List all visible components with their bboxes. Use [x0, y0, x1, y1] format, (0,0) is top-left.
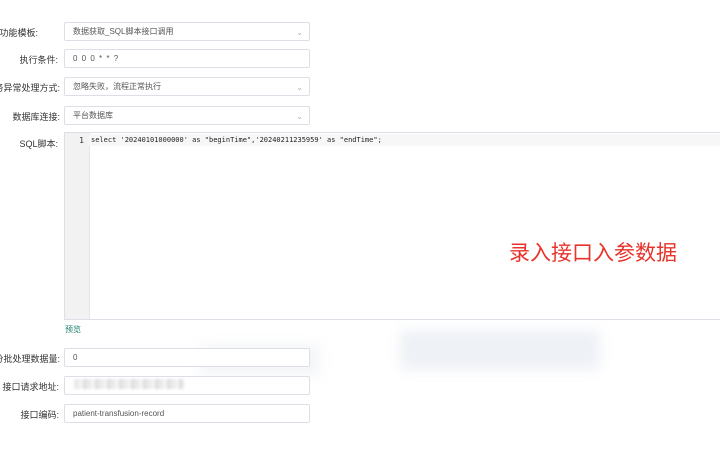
sql-script-label: SQL脚本: [19, 139, 58, 149]
sql-code-line[interactable]: select '20240101000000' as "beginTime",'… [91, 136, 382, 144]
chevron-down-icon: ⌄ [296, 83, 303, 92]
chevron-down-icon: ⌄ [296, 28, 303, 37]
condition-input[interactable]: 0 0 0 * * ? [64, 49, 310, 68]
db-connection-value: 平台数据库 [73, 111, 113, 120]
chevron-down-icon: ⌄ [296, 112, 303, 121]
request-url-label: 接口请求地址: [2, 382, 59, 392]
error-handling-label: 务异常处理方式: [0, 83, 60, 93]
preview-link[interactable]: 预览 [65, 324, 81, 335]
db-connection-label: 数据库连接: [12, 112, 60, 122]
condition-value: 0 0 0 * * ? [73, 54, 120, 63]
batch-size-input[interactable]: 0 [64, 348, 310, 367]
db-connection-select[interactable]: 平台数据库 ⌄ [64, 106, 310, 125]
template-label: 择功能模板: [0, 28, 38, 38]
editor-gutter: 1 [65, 133, 90, 319]
batch-size-value: 0 [73, 353, 78, 362]
blurred-background [400, 330, 600, 370]
template-select[interactable]: 数据获取_SQL脚本接口调用 ⌄ [64, 22, 310, 41]
condition-label: 执行条件: [19, 55, 58, 65]
interface-code-value: patient-transfusion-record [73, 409, 165, 418]
interface-code-input[interactable]: patient-transfusion-record [64, 404, 310, 423]
template-value: 数据获取_SQL脚本接口调用 [73, 27, 174, 36]
overlay-caption: 录入接口入参数据 [509, 241, 677, 265]
error-handling-select[interactable]: 忽略失败，流程正常执行 ⌄ [64, 77, 310, 96]
redacted-url-blur [74, 379, 184, 389]
batch-size-label: 分批处理数据量: [0, 354, 60, 364]
line-number: 1 [79, 136, 84, 145]
error-handling-value: 忽略失败，流程正常执行 [73, 82, 161, 91]
sql-editor[interactable]: 1 select '20240101000000' as "beginTime"… [64, 132, 720, 320]
interface-code-label: 接口编码: [20, 410, 59, 420]
